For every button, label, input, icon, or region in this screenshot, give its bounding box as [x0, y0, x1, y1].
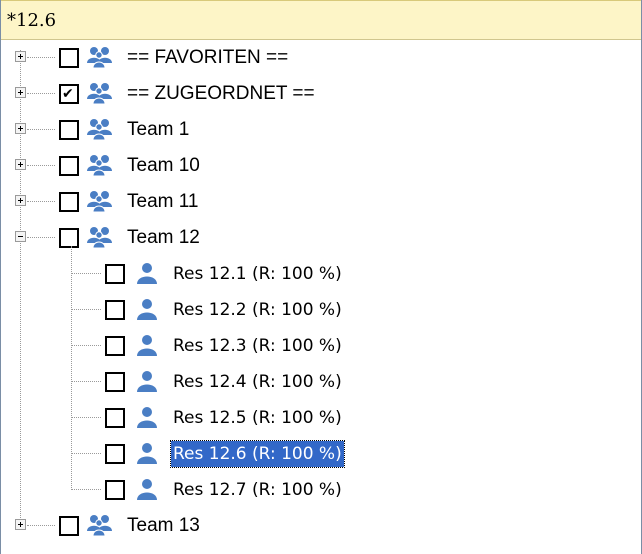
tree-connector [27, 237, 55, 239]
group-people-icon [85, 225, 113, 249]
tree-row-resource[interactable]: Res 12.4 (R: 100 %) [1, 364, 641, 400]
group-checkbox[interactable] [59, 516, 79, 536]
resource-checkbox[interactable] [105, 480, 125, 500]
group-label: Team 10 [127, 155, 200, 176]
group-label: Team 1 [127, 119, 190, 140]
tree-connector [27, 525, 55, 527]
group-label: Team 11 [127, 191, 199, 212]
tree-connector [71, 381, 101, 383]
tree-connector [27, 93, 55, 95]
tree-row-group[interactable]: Team 10 [1, 148, 641, 184]
plus-bar [20, 522, 21, 527]
resource-checkbox[interactable] [105, 408, 125, 428]
filter-bar [1, 0, 641, 40]
tree-connector [71, 309, 101, 311]
tree-row-resource[interactable]: Res 12.7 (R: 100 %) [1, 472, 641, 508]
tree-row-group[interactable]: Team 1 [1, 112, 641, 148]
tree-row-group[interactable]: == FAVORITEN == [1, 40, 641, 76]
person-icon [135, 477, 163, 501]
tree-connector [71, 417, 101, 419]
resource-label: Res 12.1 (R: 100 %) [173, 264, 342, 284]
plus-bar [20, 162, 21, 167]
group-checkbox[interactable] [59, 48, 79, 68]
group-label: Team 12 [127, 227, 200, 248]
group-label: == FAVORITEN == [127, 47, 289, 68]
resource-label: Res 12.4 (R: 100 %) [173, 372, 342, 392]
group-people-icon [85, 153, 113, 177]
person-icon [135, 261, 163, 285]
expand-toggle-icon[interactable] [15, 51, 26, 62]
person-icon [135, 369, 163, 393]
tree-connector-vertical [71, 246, 73, 490]
expand-toggle-icon[interactable] [15, 123, 26, 134]
tree-row-group[interactable]: Team 11 [1, 184, 641, 220]
group-people-icon [85, 513, 113, 537]
tree-connector [27, 201, 55, 203]
tree-row-group[interactable]: ✔ == ZUGEORDNET == [1, 76, 641, 112]
group-people-icon [85, 45, 113, 69]
resource-checkbox[interactable] [105, 264, 125, 284]
tree-row-resource[interactable]: Res 12.3 (R: 100 %) [1, 328, 641, 364]
resource-label: Res 12.7 (R: 100 %) [173, 480, 342, 500]
resource-tree: == FAVORITEN == ✔ == ZUGEORDNET == Team 1 Te… [1, 40, 641, 554]
person-icon [135, 333, 163, 357]
tree-connector [27, 57, 55, 59]
resource-label-selected: Res 12.6 (R: 100 %) [170, 440, 345, 468]
tree-row-resource[interactable]: Res 12.6 (R: 100 %) [1, 436, 641, 472]
person-icon [135, 441, 163, 465]
resource-checkbox[interactable] [105, 444, 125, 464]
filter-input[interactable] [7, 7, 627, 33]
expand-toggle-icon[interactable] [15, 195, 26, 206]
resource-checkbox[interactable] [105, 336, 125, 356]
collapse-toggle-icon[interactable] [15, 231, 26, 242]
plus-bar [20, 90, 21, 95]
tree-row-group[interactable]: Team 12 [1, 220, 641, 256]
expand-toggle-icon[interactable] [15, 159, 26, 170]
plus-bar [20, 54, 21, 59]
group-checkbox[interactable] [59, 120, 79, 140]
group-label: Team 13 [127, 515, 200, 536]
tree-connector [71, 273, 101, 275]
tree-row-resource[interactable]: Res 12.5 (R: 100 %) [1, 400, 641, 436]
person-icon [135, 297, 163, 321]
person-icon [135, 405, 163, 429]
resource-tree-panel: == FAVORITEN == ✔ == ZUGEORDNET == Team 1 Te… [0, 0, 642, 554]
tree-connector [27, 129, 55, 131]
tree-row-resource[interactable]: Res 12.1 (R: 100 %) [1, 256, 641, 292]
group-checkbox[interactable]: ✔ [59, 84, 79, 104]
group-checkbox[interactable] [59, 228, 79, 248]
group-people-icon [85, 189, 113, 213]
group-checkbox[interactable] [59, 156, 79, 176]
group-people-icon [85, 81, 113, 105]
resource-label: Res 12.5 (R: 100 %) [173, 408, 342, 428]
tree-row-group[interactable]: Team 13 [1, 508, 641, 544]
checkmark-icon: ✔ [62, 86, 74, 102]
resource-checkbox[interactable] [105, 300, 125, 320]
minus-bar [18, 236, 23, 237]
group-checkbox[interactable] [59, 192, 79, 212]
group-people-icon [85, 117, 113, 141]
resource-checkbox[interactable] [105, 372, 125, 392]
expand-toggle-icon[interactable] [15, 519, 26, 530]
plus-bar [20, 126, 21, 131]
resource-label: Res 12.2 (R: 100 %) [173, 300, 342, 320]
resource-label: Res 12.3 (R: 100 %) [173, 336, 342, 356]
expand-toggle-icon[interactable] [15, 87, 26, 98]
tree-row-resource[interactable]: Res 12.2 (R: 100 %) [1, 292, 641, 328]
group-label: == ZUGEORDNET == [127, 83, 315, 104]
tree-connector [71, 489, 101, 491]
tree-connector [71, 453, 101, 455]
plus-bar [20, 198, 21, 203]
tree-connector [27, 165, 55, 167]
tree-connector [71, 345, 101, 347]
